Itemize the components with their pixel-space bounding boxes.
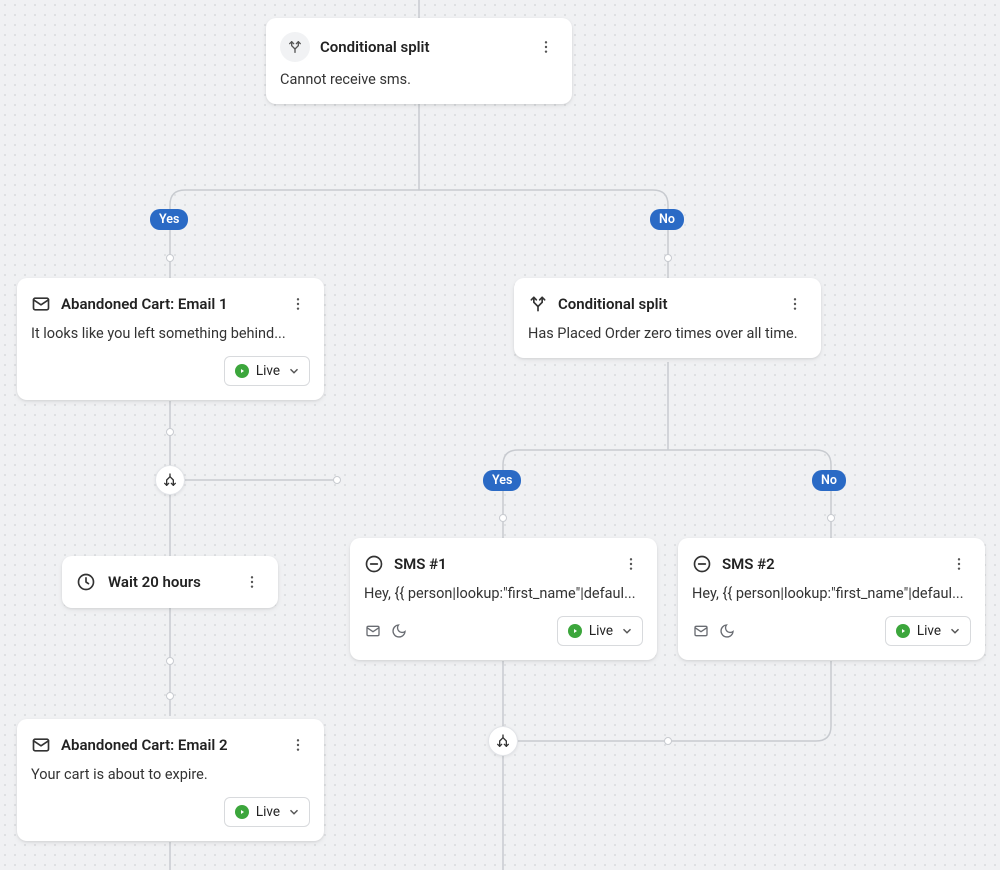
email-icon <box>31 294 51 314</box>
merge-node[interactable] <box>488 726 518 756</box>
connector-dot <box>166 254 174 262</box>
chevron-down-icon <box>620 624 634 638</box>
status-dropdown[interactable]: Live <box>224 797 310 827</box>
card-title: Conditional split <box>558 295 773 313</box>
split-icon <box>280 32 310 62</box>
node-conditional-split-2[interactable]: Conditional split Has Placed Order zero … <box>514 278 821 358</box>
connector-dot <box>664 254 672 262</box>
wait-label: Wait 20 hours <box>108 573 228 591</box>
quiet-hours-icon <box>718 622 736 640</box>
status-label: Live <box>917 623 941 639</box>
card-description: It looks like you left something behind.… <box>31 324 310 344</box>
card-description: Your cart is about to expire. <box>31 765 310 785</box>
more-button[interactable] <box>947 552 971 576</box>
node-email-2[interactable]: Abandoned Cart: Email 2 Your cart is abo… <box>17 719 324 841</box>
card-title: Abandoned Cart: Email 1 <box>61 295 276 313</box>
branch-badge-no: No <box>812 470 846 491</box>
card-description: Cannot receive sms. <box>280 70 558 90</box>
node-wait[interactable]: Wait 20 hours <box>62 556 278 608</box>
merge-node[interactable] <box>155 465 185 495</box>
card-title: SMS #1 <box>394 555 609 573</box>
more-button[interactable] <box>286 292 310 316</box>
node-email-1[interactable]: Abandoned Cart: Email 1 It looks like yo… <box>17 278 324 400</box>
node-conditional-split[interactable]: Conditional split Cannot receive sms. <box>266 18 572 104</box>
chevron-down-icon <box>948 624 962 638</box>
connector-dot <box>166 692 174 700</box>
clock-icon <box>76 572 96 592</box>
connector-dot <box>166 657 174 665</box>
status-dropdown[interactable]: Live <box>224 356 310 386</box>
card-description: Hey, {{ person|lookup:"first_name"|defau… <box>364 584 643 604</box>
more-button[interactable] <box>619 552 643 576</box>
chevron-down-icon <box>287 364 301 378</box>
status-label: Live <box>256 804 280 820</box>
live-indicator-icon <box>896 624 910 638</box>
more-button[interactable] <box>240 570 264 594</box>
flow-canvas[interactable]: Yes No Yes No Conditional split Cannot r… <box>0 0 1000 870</box>
sms-icon <box>364 554 384 574</box>
more-button[interactable] <box>783 292 807 316</box>
branch-badge-no: No <box>650 209 684 230</box>
email-badge-icon <box>692 622 710 640</box>
card-description: Has Placed Order zero times over all tim… <box>528 324 807 344</box>
status-label: Live <box>256 363 280 379</box>
status-dropdown[interactable]: Live <box>885 616 971 646</box>
more-button[interactable] <box>534 35 558 59</box>
connector-dot <box>664 737 672 745</box>
connector-dot <box>827 514 835 522</box>
live-indicator-icon <box>235 805 249 819</box>
merge-icon <box>162 472 178 488</box>
branch-badge-yes: Yes <box>150 209 188 230</box>
sms-icon <box>692 554 712 574</box>
connector-dot <box>333 476 341 484</box>
chevron-down-icon <box>287 805 301 819</box>
connector-dot <box>166 428 174 436</box>
email-icon <box>31 735 51 755</box>
card-title: Conditional split <box>320 38 524 56</box>
connector-dot <box>499 514 507 522</box>
status-label: Live <box>589 623 613 639</box>
status-dropdown[interactable]: Live <box>557 616 643 646</box>
node-sms-2[interactable]: SMS #2 Hey, {{ person|lookup:"first_name… <box>678 538 985 660</box>
split-icon <box>528 294 548 314</box>
card-title: Abandoned Cart: Email 2 <box>61 736 276 754</box>
node-sms-1[interactable]: SMS #1 Hey, {{ person|lookup:"first_name… <box>350 538 657 660</box>
live-indicator-icon <box>568 624 582 638</box>
card-title: SMS #2 <box>722 555 937 573</box>
branch-badge-yes: Yes <box>483 470 521 491</box>
merge-icon <box>495 733 511 749</box>
quiet-hours-icon <box>390 622 408 640</box>
live-indicator-icon <box>235 364 249 378</box>
more-button[interactable] <box>286 733 310 757</box>
email-badge-icon <box>364 622 382 640</box>
card-description: Hey, {{ person|lookup:"first_name"|defau… <box>692 584 971 604</box>
